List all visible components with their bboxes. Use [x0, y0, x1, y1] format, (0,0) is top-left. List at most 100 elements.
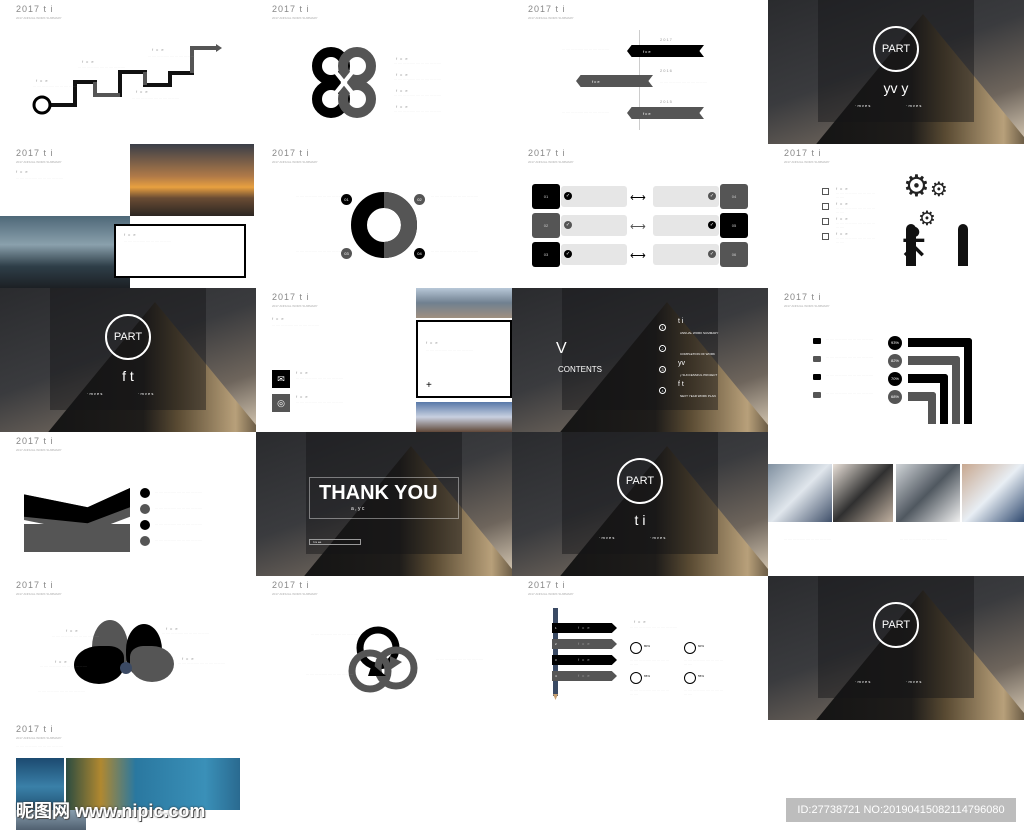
wave-shape-slide[interactable]: 2017 t i 2017 ANNUAL WORK SUMMARY ··· ····… [0, 432, 256, 576]
image-id-badge: ID:27738721 NO:20190415082114796080 [786, 798, 1016, 822]
cycle-arrows-slide[interactable]: 2017 t i 2017 ANNUAL WORK SUMMARY ··· ····… [256, 576, 512, 720]
item-label: f c e [82, 59, 95, 64]
step-box: 04 [720, 184, 748, 209]
placeholder-text: ··· ···· ··· ··· ····· ···· ··· ···· ···… [826, 355, 874, 359]
gears-icon: ⚙⚙ [903, 170, 948, 203]
business-photo [768, 464, 832, 522]
pencil-slide[interactable]: 2017 t i 2017 ANNUAL WORK SUMMARY 1 f c e2f… [512, 576, 768, 720]
photo-collage-slide[interactable]: 2017 t i 2017 ANNUAL WORK SUMMARY f c e ···… [0, 144, 256, 288]
contents-number: 1 [659, 324, 666, 331]
placeholder-text: ··· ···· ··· ··· ····· ···· ··· ···· ···… [684, 658, 723, 666]
percent-badge: 82% [888, 354, 902, 368]
placeholder-text: ··· ···· ··· ··· ····· ···· ··· ···· ···… [836, 221, 875, 229]
photo-text-slide[interactable]: 2017 t i 2017 ANNUAL WORK SUMMARY f c e ···… [256, 288, 512, 432]
pencil-icon [553, 608, 558, 696]
part-title: yv y [883, 80, 909, 96]
slide-subtitle: 2017 ANNUAL WORK SUMMARY [528, 16, 574, 20]
placeholder-text: ··· ···· ··· ··· ····· ···· ··· ···· ···… [394, 93, 442, 97]
clover-arrows-graphic [312, 47, 376, 118]
person-icon [958, 224, 968, 266]
thank-you-slide[interactable]: THANK YOU a , y c l re ee [256, 432, 512, 576]
list-icon [822, 218, 829, 225]
contents-title: CONTENTS [558, 365, 602, 374]
contents-number: 2 [659, 345, 666, 352]
comparison-boxes-slide[interactable]: 2017 t i 2017 ANNUAL WORK SUMMARY 01 ✓ 02 ✓ 03… [512, 144, 768, 288]
placeholder-text: ··· ···· ··· ··· ····· ···· ··· ···· ···… [155, 506, 203, 510]
list-icon [822, 203, 829, 210]
placeholder-text: ··· ···· ··· ··· ····· ···· ··· ···· ···… [394, 61, 442, 65]
sea-rocks-photo [0, 216, 130, 288]
timeline-year: 2016 [660, 68, 673, 73]
placeholder-text: ··· ···· ··· ··· ····· ···· ··· ···· ···… [836, 206, 875, 214]
item-label: f c e [36, 78, 49, 83]
placeholder-text: ··· ···· ··· ··· ····· ···· ··· ···· ···… [660, 80, 708, 84]
clover-slide[interactable]: 2017 t i 2017 ANNUAL WORK SUMMARY f c ef c… [256, 0, 512, 144]
cycle-ring-graphic [351, 192, 418, 258]
person-icon [906, 224, 916, 266]
list-marker [813, 374, 821, 380]
feature-icon [140, 488, 150, 498]
placeholder-text: ··· ···· ··· ··· ····· ···· ··· ···· ···… [16, 744, 64, 748]
part-subtext: · m v e s [650, 535, 666, 540]
overlay-panel [562, 288, 718, 410]
petal [130, 646, 174, 682]
placeholder-text: ··· ···· ··· ··· ····· ···· ··· ···· ···… [296, 376, 344, 380]
part-slide-3[interactable]: PART t i · m v e s · m v e s [512, 432, 768, 576]
contents-heading: f t [678, 381, 684, 388]
center-pin-icon [120, 662, 132, 674]
timeline-year: 2015 [660, 99, 673, 104]
placeholder-text: ··· ···· ··· ··· ····· ···· ··· ···· ···… [296, 400, 344, 404]
wechat-icon: ✉ [272, 370, 290, 388]
plus-icon: + [426, 380, 432, 391]
stair-arrow-graphic [32, 44, 222, 115]
placeholder-text: ··· ···· ··· ··· ····· ···· ··· ···· ···… [162, 631, 210, 635]
check-icon: ✓ [708, 250, 716, 258]
placeholder-text: ··· ···· ··· ··· ····· ···· ··· ···· ···… [296, 249, 344, 253]
check-icon: ✓ [708, 192, 716, 200]
slide-subtitle: 2017 ANNUAL WORK SUMMARY [784, 304, 830, 308]
business-photos-slide[interactable]: ··· ···· ··· ··· ····· ···· ··· ···· ···… [768, 432, 1024, 576]
item-label: f c e [634, 619, 647, 624]
placeholder-text: ··· ···· ··· ··· ····· ···· ··· ···· ···… [33, 84, 81, 88]
timeline-ribbon: f c e [576, 75, 653, 87]
business-photo [896, 464, 960, 522]
item-label: f c e [578, 657, 591, 662]
bent-arrow [908, 392, 936, 424]
petals-slide[interactable]: 2017 t i 2017 ANNUAL WORK SUMMARY f c ef c… [0, 576, 256, 720]
item-label: f c e [296, 394, 309, 399]
stat-percent: 65% [644, 674, 651, 678]
check-icon: ✓ [564, 221, 572, 229]
part-slide-1[interactable]: PART yv y · m v e s · m v e s [768, 0, 1024, 144]
percent-slide[interactable]: 2017 t i 2017 ANNUAL WORK SUMMARY ··· ····… [768, 288, 1024, 432]
slide-title: 2017 t i [272, 292, 310, 302]
ring-slide[interactable]: 2017 t i 2017 ANNUAL WORK SUMMARY 01 02 03 04… [256, 144, 512, 288]
contents-slide[interactable]: V CONTENTS 1 t i ANNUAL WORK SUMMARY 2 COMPLET… [512, 288, 768, 432]
contents-number: 3 [659, 366, 666, 373]
thank-you-button[interactable]: l re ee [309, 539, 361, 545]
placeholder-text: ··· ···· ··· ··· ····· ···· ··· ···· ···… [148, 54, 196, 58]
item-label: f c e [296, 370, 309, 375]
contents-item: y SUCCESSFUL PROJECT [680, 373, 718, 377]
part-subtext: · m v e s [906, 679, 922, 684]
placeholder-text: ··· ···· ··· ··· ····· ···· ··· ···· ···… [155, 490, 203, 494]
stat-percent: 60% [698, 644, 705, 648]
list-marker [813, 392, 821, 398]
placeholder-text: ··· ···· ··· ··· ····· ···· ··· ···· ···… [272, 323, 320, 327]
timeline-ribbon: f c e [627, 45, 704, 57]
percent-badge: 68% [888, 390, 902, 404]
stairs-slide[interactable]: 2017 t i 2017 ANNUAL WORK SUMMARY f c ef c… [0, 0, 256, 144]
placeholder-text: ··· ···· ··· ··· ····· ···· ··· ···· ···… [431, 194, 479, 198]
thank-you-title: THANK YOU [319, 482, 438, 504]
list-marker [813, 356, 821, 362]
feature-icon [140, 520, 150, 530]
placeholder-text: ··· ···· ··· ··· ····· ···· ··· ···· ···… [311, 632, 359, 636]
gears-slide[interactable]: 2017 t i 2017 ANNUAL WORK SUMMARY f c e ···… [768, 144, 1024, 288]
placeholder-text: ··· ···· ··· ··· ····· ···· ··· ···· ···… [436, 657, 484, 661]
part-slide-4[interactable]: PART · m v e s · m v e s [768, 576, 1024, 720]
part-slide-2[interactable]: PART f t · m v e s · m v e s [0, 288, 256, 432]
slide-subtitle: 2017 ANNUAL WORK SUMMARY [272, 304, 318, 308]
ring-step-badge: 02 [414, 194, 425, 205]
timeline-slide[interactable]: 2017 t i 2017 ANNUAL WORK SUMMARY 2017 2016… [512, 0, 768, 144]
placeholder-text: ··· ···· ··· ··· ····· ···· ··· ···· ···… [900, 537, 948, 541]
timeline-ribbon: f c e [627, 107, 704, 119]
